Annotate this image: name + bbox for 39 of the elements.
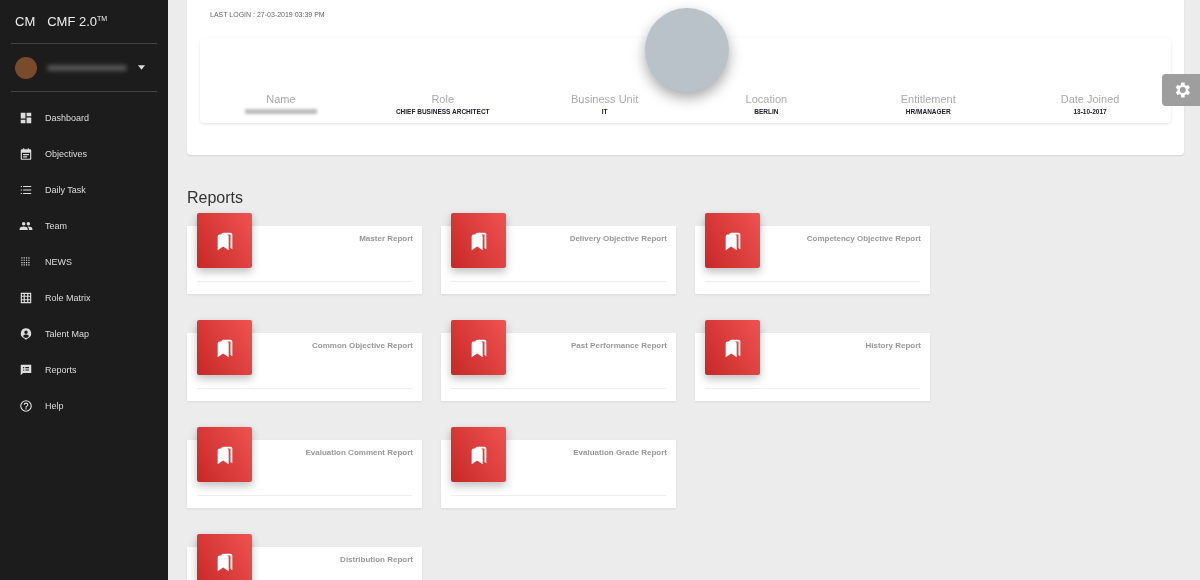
nav-item[interactable]: Talent Map: [11, 316, 157, 352]
app-title: CMF 2.0$^{TM}$: [47, 14, 108, 29]
field-label: Date Joined: [1059, 93, 1121, 105]
caret-icon[interactable]: [138, 65, 145, 70]
report-title: Competency Objective Report: [806, 234, 921, 243]
list-icon: [19, 183, 33, 197]
avatar-placeholder: [15, 56, 37, 79]
help-icon: [19, 399, 33, 413]
report-title: Past Performance Report: [570, 341, 667, 350]
calendar-icon: [19, 147, 33, 161]
field-label: Name: [265, 93, 297, 105]
field-label: Business Unit: [569, 93, 640, 105]
nav-item[interactable]: Objectives: [11, 136, 157, 172]
person-pin-icon: [19, 327, 33, 341]
nav-item[interactable]: Team: [11, 208, 157, 244]
report-title: Evaluation Comment Report: [305, 448, 413, 457]
field-label: Entitlement: [899, 93, 957, 105]
report-title: Master Report: [359, 234, 413, 243]
field-label: Location: [744, 93, 789, 105]
people-icon: [19, 219, 33, 233]
report-title: Evaluation Grade Report: [573, 448, 667, 457]
report-title: History Report: [865, 341, 921, 350]
nav-item[interactable]: Reports: [11, 352, 157, 388]
report-title: Distribution Report: [340, 555, 413, 564]
nav-item[interactable]: Daily Task: [11, 172, 157, 208]
table-icon: [19, 291, 33, 305]
nav-item[interactable]: Role Matrix: [11, 280, 157, 316]
message-icon: [19, 363, 33, 377]
report-title: Delivery Objective Report: [569, 234, 667, 243]
settings-button[interactable]: [1162, 74, 1200, 106]
dot-grid-icon: [19, 255, 33, 269]
report-title: Common Objective Report: [312, 341, 413, 350]
nav-item[interactable]: NEWS: [11, 244, 157, 280]
nav-item[interactable]: Help: [11, 388, 157, 424]
dashboard-icon: [19, 111, 33, 125]
section-title: Reports: [187, 189, 245, 207]
field-label: Role: [430, 93, 456, 105]
nav-item[interactable]: Dashboard: [11, 100, 157, 136]
brand-logo[interactable]: CM: [15, 14, 36, 29]
